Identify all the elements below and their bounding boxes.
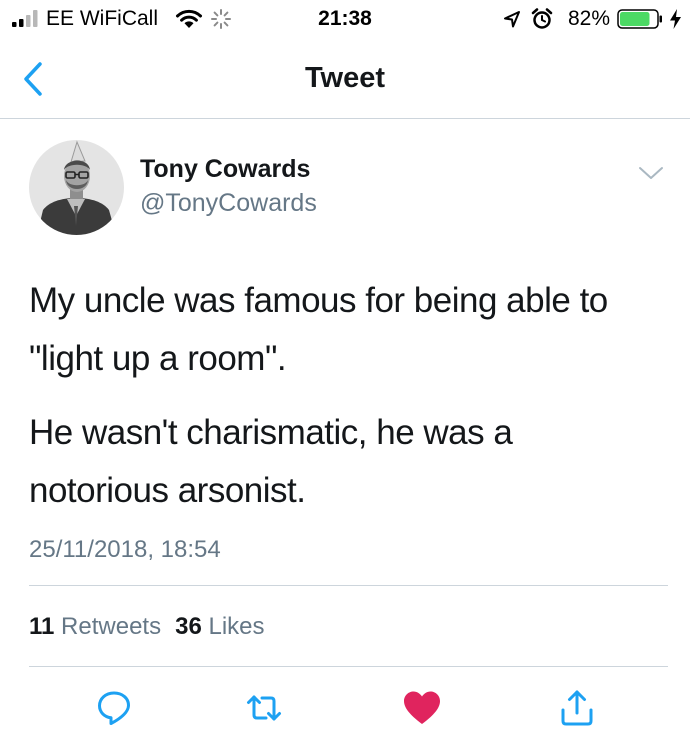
retweet-button[interactable] bbox=[244, 688, 284, 728]
page-title: Tweet bbox=[304, 62, 386, 94]
likes-stat[interactable]: 36 Likes bbox=[175, 613, 264, 640]
avatar-image bbox=[29, 140, 124, 235]
tweet-timestamp: 25/11/2018, 18:54 bbox=[29, 536, 221, 563]
tweet-text-paragraph-2: He wasn't charismatic, he was a notoriou… bbox=[29, 404, 669, 520]
retweets-stat[interactable]: 11 Retweets bbox=[29, 613, 161, 640]
avatar[interactable] bbox=[29, 140, 124, 235]
tweet-text-line: notorious arsonist. bbox=[29, 471, 306, 510]
author-handle[interactable]: @TonyCowards bbox=[140, 188, 317, 218]
like-button[interactable] bbox=[402, 688, 442, 728]
tweet-text-line: "light up a room". bbox=[29, 339, 287, 378]
likes-label: Likes bbox=[208, 613, 265, 640]
battery-fill bbox=[620, 12, 650, 26]
alarm-icon bbox=[531, 8, 553, 29]
author-name[interactable]: Tony Cowards bbox=[140, 154, 310, 184]
divider bbox=[29, 666, 668, 667]
status-bar: EE WiFiCall 21:38 82% bbox=[0, 0, 690, 40]
tweet-stats: 11 Retweets 36 Likes bbox=[29, 612, 265, 642]
tweet-text-line: My uncle was famous for being able to bbox=[29, 281, 608, 320]
tweet-text-paragraph-1: My uncle was famous for being able to "l… bbox=[29, 272, 669, 388]
battery-percent: 82% bbox=[567, 7, 610, 30]
likes-count: 36 bbox=[175, 613, 202, 640]
retweets-count: 11 bbox=[29, 613, 55, 640]
reply-icon bbox=[98, 691, 130, 725]
reply-button[interactable] bbox=[94, 688, 134, 728]
share-button[interactable] bbox=[557, 688, 597, 728]
chevron-down-icon[interactable] bbox=[638, 164, 664, 182]
location-icon bbox=[504, 11, 520, 28]
share-icon bbox=[561, 690, 593, 726]
heart-icon bbox=[404, 691, 440, 724]
retweet-icon bbox=[247, 695, 281, 721]
tweet-text-line: He wasn't charismatic, he was a bbox=[29, 413, 513, 452]
navigation-bar: Tweet bbox=[0, 40, 690, 119]
divider bbox=[29, 585, 668, 586]
retweets-label: Retweets bbox=[61, 613, 162, 640]
battery-icon bbox=[617, 9, 662, 29]
charging-icon bbox=[670, 9, 681, 29]
